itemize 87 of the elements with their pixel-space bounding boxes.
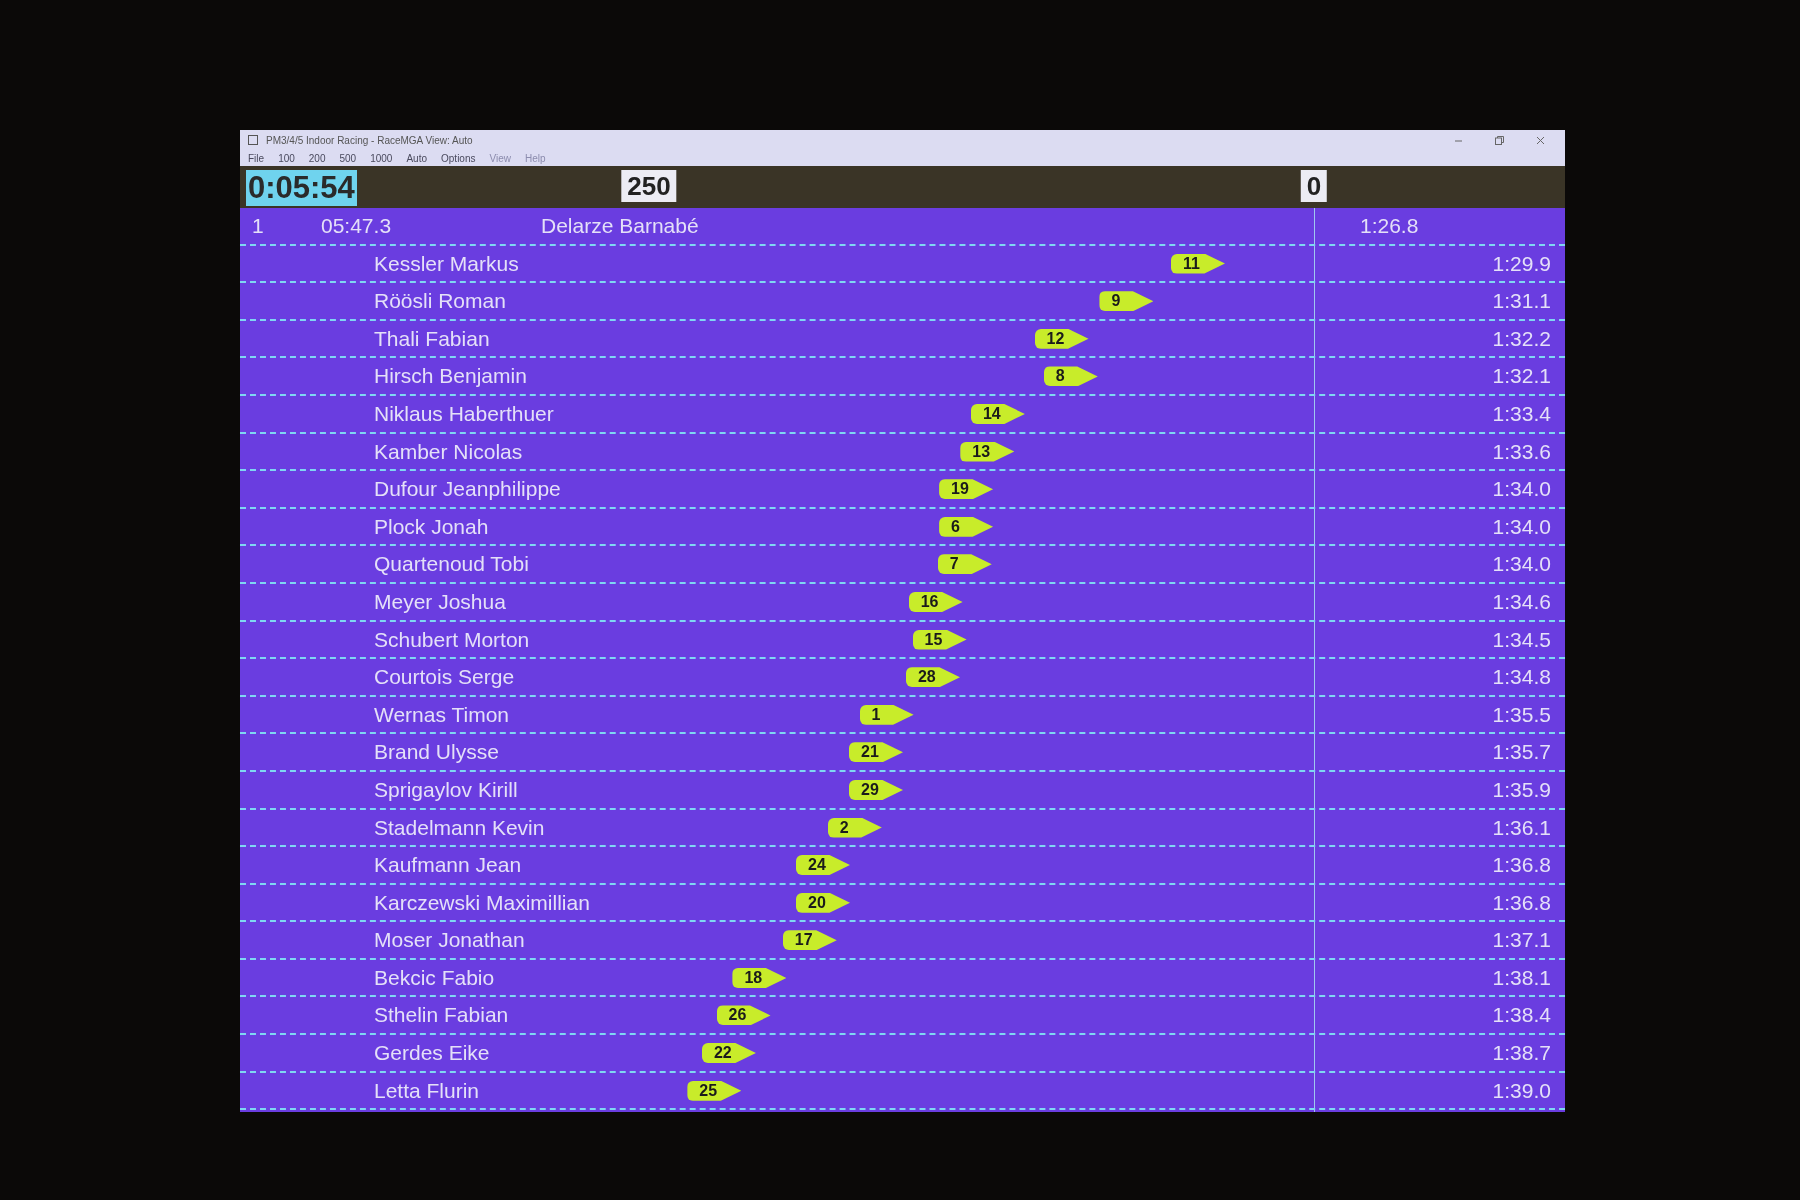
result-time: 1:34.0 [1492, 514, 1551, 539]
menu-item[interactable]: 1000 [370, 150, 393, 166]
result-time: 1:32.1 [1492, 364, 1551, 389]
menu-item[interactable]: Options [441, 150, 476, 166]
result-time: 1:35.5 [1492, 702, 1551, 727]
result-time: 1:31.1 [1492, 289, 1551, 314]
result-time: 1:33.6 [1492, 439, 1551, 464]
distance-marker: 250 [621, 170, 677, 202]
boat-marker: 13 [960, 441, 1015, 462]
result-time: 1:38.7 [1492, 1041, 1551, 1066]
result-time: 1:37.1 [1492, 928, 1551, 953]
rower-name: Kamber Nicolas [374, 439, 523, 464]
result-time: 1:39.0 [1492, 1078, 1551, 1103]
result-time: 1:38.1 [1492, 965, 1551, 990]
rower-name: Bekcic Fabio [374, 965, 495, 990]
close-icon[interactable] [1536, 135, 1545, 145]
window-title: PM3/4/5 Indoor Racing - RaceMGA View: Auto [266, 133, 473, 148]
boat-marker: 19 [939, 479, 994, 500]
boat-marker: 17 [782, 930, 837, 951]
boat-marker: 21 [849, 742, 903, 763]
boat-marker: 12 [1034, 328, 1089, 349]
rower-name: Delarze Barnabé [541, 214, 699, 238]
boat-marker: 6 [939, 516, 994, 537]
menu-item[interactable]: Auto [406, 150, 427, 166]
rower-name: Niklaus Haberthuer [374, 401, 554, 426]
rower-name: Letta Flurin [374, 1078, 480, 1103]
result-time: 1:36.8 [1492, 890, 1551, 915]
rower-name: Kessler Markus [374, 251, 519, 276]
rower-name: Dufour Jeanphilippe [374, 477, 561, 502]
result-time: 1:38.4 [1492, 1003, 1551, 1028]
menu-item[interactable]: 200 [308, 150, 326, 166]
finish-time: 05:47.3 [321, 214, 392, 238]
boat-marker: 1 [859, 704, 914, 725]
result-time: 1:34.0 [1492, 552, 1551, 577]
boat-marker: 22 [701, 1043, 756, 1064]
distance-marker: 0 [1300, 170, 1328, 202]
boat-marker: 7 [937, 554, 992, 575]
menu-item[interactable]: 500 [339, 150, 357, 166]
rower-name: Sprigaylov Kirill [374, 777, 518, 802]
rank: 1 [252, 214, 264, 238]
rower-name: Röösli Roman [374, 289, 506, 314]
rower-name: Schubert Morton [374, 627, 530, 652]
boat-marker: 24 [796, 855, 850, 876]
result-time: 1:35.9 [1492, 777, 1551, 802]
boat-marker: 29 [849, 779, 903, 800]
result-time: 1:34.5 [1492, 627, 1551, 652]
boat-marker: 18 [732, 967, 787, 988]
boat-marker: 20 [796, 892, 850, 913]
result-time: 1:32.2 [1492, 326, 1551, 351]
boat-marker: 26 [716, 1005, 771, 1026]
result-time: 1:33.4 [1492, 401, 1551, 426]
rower-name: Quartenoud Tobi [374, 552, 529, 577]
boat-marker: 25 [687, 1080, 742, 1101]
rower-name: Stadelmann Kevin [374, 815, 545, 840]
result-time: 1:29.9 [1492, 251, 1551, 276]
rower-name: Kaufmann Jean [374, 853, 522, 878]
result-time: 1:35.7 [1492, 740, 1551, 765]
menu-item[interactable]: 100 [278, 150, 295, 166]
boat-marker: 2 [827, 817, 882, 838]
rower-name: Moser Jonathan [374, 928, 525, 953]
boat-marker: 16 [908, 591, 963, 612]
boat-marker: 8 [1043, 366, 1098, 387]
result-time: 1:36.1 [1492, 815, 1551, 840]
boat-marker: 14 [970, 403, 1025, 424]
result-time: 1:36.8 [1492, 853, 1551, 878]
rower-name: Sthelin Fabian [374, 1003, 509, 1028]
restore-icon[interactable] [1495, 135, 1504, 145]
result-time: 1:34.6 [1492, 589, 1551, 614]
result-time: 1:34.0 [1492, 477, 1551, 502]
rower-name: Courtois Serge [374, 665, 515, 690]
result-time: 1:26.8 [1360, 214, 1419, 238]
app-icon [248, 135, 258, 145]
boat-marker: 11 [1170, 253, 1225, 274]
rower-name: Plock Jonah [374, 514, 489, 539]
rower-name: Karczewski Maximillian [374, 890, 590, 915]
menu-item[interactable]: File [248, 150, 265, 166]
boat-marker: 9 [1099, 291, 1154, 312]
rower-name: Meyer Joshua [374, 589, 506, 614]
result-time: 1:34.8 [1492, 665, 1551, 690]
rower-name: Brand Ulysse [374, 740, 499, 765]
rower-name: Hirsch Benjamin [374, 364, 527, 389]
rower-name: Thali Fabian [374, 326, 490, 351]
rower-name: Wernas Timon [374, 702, 509, 727]
boat-marker: 28 [905, 667, 960, 688]
boat-marker: 15 [912, 629, 967, 650]
race-timer: 0:05:54 [246, 170, 357, 206]
rower-name: Gerdes Eike [374, 1041, 490, 1066]
